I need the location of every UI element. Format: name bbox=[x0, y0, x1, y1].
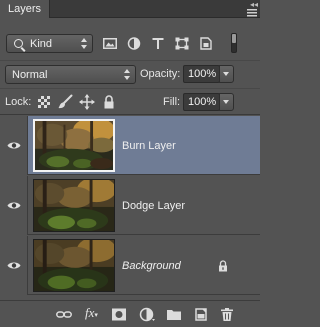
opacity-dropdown-button[interactable] bbox=[219, 65, 234, 83]
layers-bottom-toolbar: fx▾ bbox=[0, 300, 260, 327]
layer-locked-icon[interactable] bbox=[218, 260, 228, 272]
layer-name[interactable]: Dodge Layer bbox=[122, 200, 185, 212]
chevron-up-down-icon bbox=[124, 69, 130, 80]
fx-label: fx bbox=[85, 305, 95, 320]
new-group-folder-icon[interactable] bbox=[166, 307, 182, 322]
lock-transparent-pixels-icon[interactable] bbox=[36, 94, 52, 110]
blend-mode-value: Normal bbox=[12, 69, 48, 81]
layers-list: Burn Layer Dodge Layer Background bbox=[0, 116, 260, 300]
fill-input[interactable]: 100% bbox=[183, 93, 220, 111]
lock-image-pixels-icon[interactable] bbox=[57, 94, 73, 110]
type-layer-filter-icon[interactable] bbox=[151, 37, 165, 50]
pixel-layer-filter-icon[interactable] bbox=[103, 37, 117, 50]
lock-all-icon[interactable] bbox=[101, 94, 117, 110]
blend-options-row: Normal Opacity: 100% bbox=[0, 60, 260, 88]
layer-name[interactable]: Burn Layer bbox=[122, 140, 176, 152]
eye-icon[interactable] bbox=[7, 201, 21, 210]
filter-kind-label: Kind bbox=[30, 38, 53, 50]
layer-thumbnail bbox=[33, 239, 115, 292]
layer-style-fx-icon[interactable]: fx▾ bbox=[85, 305, 98, 321]
search-icon bbox=[14, 39, 23, 48]
link-layers-icon[interactable] bbox=[56, 307, 72, 322]
panel-menu-icon[interactable] bbox=[247, 8, 257, 17]
layer-row-background[interactable]: Background bbox=[0, 236, 260, 295]
visibility-cell[interactable] bbox=[0, 236, 28, 295]
layer-filter-row: Kind bbox=[0, 28, 260, 58]
tab-layers[interactable]: Layers bbox=[0, 0, 51, 18]
fill-dropdown-button[interactable] bbox=[219, 93, 234, 111]
layer-row-dodge[interactable]: Dodge Layer bbox=[0, 176, 260, 235]
adjustment-layer-filter-icon[interactable] bbox=[127, 37, 141, 50]
layer-thumbnail bbox=[33, 179, 115, 232]
shape-layer-filter-icon[interactable] bbox=[175, 37, 189, 50]
smart-object-filter-icon[interactable] bbox=[199, 37, 213, 50]
visibility-cell[interactable] bbox=[0, 176, 28, 235]
fx-menu-arrow-icon: ▾ bbox=[94, 311, 98, 319]
eye-icon[interactable] bbox=[7, 261, 21, 270]
delete-layer-trash-icon[interactable] bbox=[219, 307, 235, 322]
visibility-cell[interactable] bbox=[0, 116, 28, 175]
lock-label: Lock: bbox=[5, 96, 32, 108]
panel-tab-bar: Layers ◂◂ bbox=[0, 0, 260, 18]
eye-icon[interactable] bbox=[7, 141, 21, 150]
chevron-up-down-icon bbox=[81, 38, 87, 49]
layer-name[interactable]: Background bbox=[122, 260, 181, 272]
new-layer-icon[interactable] bbox=[193, 307, 209, 322]
fill-label: Fill: bbox=[163, 96, 181, 108]
lock-position-icon[interactable] bbox=[79, 94, 95, 110]
filter-kind-select[interactable]: Kind bbox=[6, 34, 93, 53]
lock-options-row: Lock: Fill: 100% bbox=[0, 88, 260, 115]
add-mask-icon[interactable] bbox=[111, 307, 127, 322]
new-fill-adjustment-icon[interactable] bbox=[139, 307, 155, 322]
opacity-input[interactable]: 100% bbox=[183, 65, 220, 83]
layer-thumbnail bbox=[33, 119, 115, 172]
filter-on-off-toggle[interactable] bbox=[231, 33, 237, 53]
blend-mode-select[interactable]: Normal bbox=[5, 65, 136, 84]
opacity-label: Opacity: bbox=[140, 68, 181, 80]
layer-row-burn[interactable]: Burn Layer bbox=[0, 116, 260, 175]
